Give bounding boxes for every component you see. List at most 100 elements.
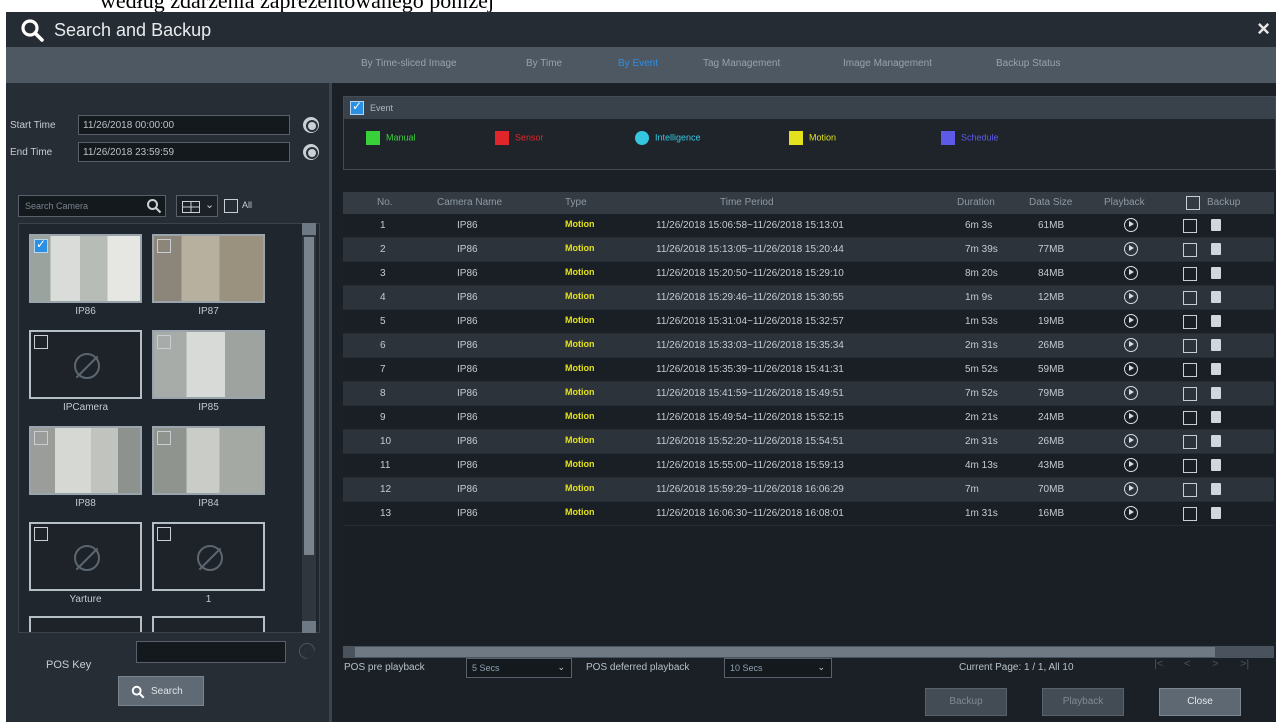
play-icon[interactable] [1124,338,1138,352]
table-horizontal-scrollbar[interactable] [343,646,1274,658]
backup-checkbox[interactable] [1183,339,1197,353]
camera-checkbox[interactable] [157,239,171,253]
table-row[interactable]: 5 IP86 Motion 11/26/2018 15:31:04~11/26/201… [343,310,1274,334]
play-icon[interactable] [1124,266,1138,280]
search-button[interactable]: Search [118,676,204,706]
camera-thumbnail[interactable] [29,234,142,303]
previous-page-icon[interactable]: < [1184,658,1190,670]
backup-icon[interactable] [1211,411,1221,423]
camera-checkbox[interactable] [34,431,48,445]
event-intelligence[interactable]: Intelligence [635,131,701,145]
backup-checkbox[interactable] [1183,267,1197,281]
backup-checkbox[interactable] [1183,363,1197,377]
last-page-icon[interactable]: >| [1240,658,1249,670]
camera-thumbnail[interactable] [29,522,142,591]
backup-button[interactable]: Backup [925,688,1007,716]
camera-thumbnail[interactable] [29,330,142,399]
camera-checkbox[interactable] [34,335,48,349]
play-icon[interactable] [1124,290,1138,304]
pos-pre-playback-select[interactable]: 5 Secs ⌄ [466,658,572,678]
help-icon[interactable] [299,643,315,659]
end-time-input[interactable]: 11/26/2018 23:59:59 [78,142,290,162]
table-row[interactable]: 3 IP86 Motion 11/26/2018 15:20:50~11/26/201… [343,262,1274,286]
event-motion[interactable]: Motion [789,131,836,145]
backup-checkbox[interactable] [1183,243,1197,257]
scroll-thumb[interactable] [304,237,314,555]
backup-icon[interactable] [1211,435,1221,447]
camera-thumbnail[interactable] [152,330,265,399]
select-all-checkbox[interactable] [224,199,238,213]
layout-select[interactable]: ⌄ [176,195,218,217]
playback-button[interactable]: Playback [1042,688,1124,716]
camera-thumbnail[interactable] [29,426,142,495]
backup-checkbox[interactable] [1183,483,1197,497]
event-manual[interactable]: Manual [366,131,416,145]
search-camera-input[interactable]: Search Camera [18,195,166,217]
backup-icon[interactable] [1211,315,1221,327]
backup-all-checkbox[interactable] [1186,196,1200,210]
scroll-thumb[interactable] [355,647,1215,657]
play-icon[interactable] [1124,410,1138,424]
camera-checkbox[interactable] [157,431,171,445]
table-row[interactable]: 10 IP86 Motion 11/26/2018 15:52:20~11/26/20… [343,430,1274,454]
event-all-checkbox[interactable] [350,99,364,115]
table-row[interactable]: 9 IP86 Motion 11/26/2018 15:49:54~11/26/201… [343,406,1274,430]
backup-icon[interactable] [1211,363,1221,375]
backup-icon[interactable] [1211,243,1221,255]
table-row[interactable]: 11 IP86 Motion 11/26/2018 15:55:00~11/26/20… [343,454,1274,478]
table-row[interactable]: 8 IP86 Motion 11/26/2018 15:41:59~11/26/201… [343,382,1274,406]
camera-thumbnail[interactable] [152,616,265,632]
backup-checkbox[interactable] [1183,315,1197,329]
play-icon[interactable] [1124,482,1138,496]
backup-checkbox[interactable] [1183,507,1197,521]
camera-checkbox[interactable] [34,237,48,253]
first-page-icon[interactable]: |< [1154,658,1163,670]
tab-by-time[interactable]: By Time [526,58,562,69]
backup-checkbox[interactable] [1183,219,1197,233]
table-row[interactable]: 13 IP86 Motion 11/26/2018 16:06:30~11/26/20… [343,502,1274,526]
play-icon[interactable] [1124,314,1138,328]
play-icon[interactable] [1124,434,1138,448]
play-icon[interactable] [1124,362,1138,376]
table-row[interactable]: 12 IP86 Motion 11/26/2018 15:59:29~11/26/20… [343,478,1274,502]
backup-icon[interactable] [1211,507,1221,519]
backup-icon[interactable] [1211,219,1221,231]
camera-thumbnail[interactable] [152,234,265,303]
camera-thumbnail[interactable] [29,616,142,632]
tab-by-time-sliced-image[interactable]: By Time-sliced Image [361,58,457,69]
camera-checkbox[interactable] [157,527,171,541]
backup-checkbox[interactable] [1183,291,1197,305]
play-icon[interactable] [1124,458,1138,472]
backup-checkbox[interactable] [1183,411,1197,425]
play-icon[interactable] [1124,386,1138,400]
backup-checkbox[interactable] [1183,435,1197,449]
start-time-input[interactable]: 11/26/2018 00:00:00 [78,115,290,135]
scroll-up-icon[interactable] [302,223,316,235]
camera-checkbox[interactable] [157,335,171,349]
event-sensor[interactable]: Sensor [495,131,544,145]
search-icon[interactable] [146,198,162,214]
backup-icon[interactable] [1211,291,1221,303]
tab-backup-status[interactable]: Backup Status [996,58,1060,69]
scroll-down-icon[interactable] [302,621,316,633]
backup-icon[interactable] [1211,267,1221,279]
close-button[interactable]: Close [1159,688,1241,716]
backup-icon[interactable] [1211,387,1221,399]
camera-checkbox[interactable] [34,527,48,541]
table-row[interactable]: 4 IP86 Motion 11/26/2018 15:29:46~11/26/201… [343,286,1274,310]
table-row[interactable]: 6 IP86 Motion 11/26/2018 15:33:03~11/26/201… [343,334,1274,358]
backup-checkbox[interactable] [1183,459,1197,473]
table-row[interactable]: 7 IP86 Motion 11/26/2018 15:35:39~11/26/201… [343,358,1274,382]
tab-by-event[interactable]: By Event [618,58,658,69]
tab-tag-management[interactable]: Tag Management [703,58,780,69]
pos-deferred-playback-select[interactable]: 10 Secs ⌄ [724,658,832,678]
play-icon[interactable] [1124,218,1138,232]
backup-icon[interactable] [1211,459,1221,471]
table-row[interactable]: 2 IP86 Motion 11/26/2018 15:13:05~11/26/201… [343,238,1274,262]
camera-thumbnail[interactable] [152,522,265,591]
close-icon[interactable]: × [1257,16,1270,42]
pos-key-input[interactable] [136,641,286,663]
play-icon[interactable] [1124,242,1138,256]
play-icon[interactable] [1124,506,1138,520]
table-row[interactable]: 1 IP86 Motion 11/26/2018 15:06:58~11/26/201… [343,214,1274,238]
